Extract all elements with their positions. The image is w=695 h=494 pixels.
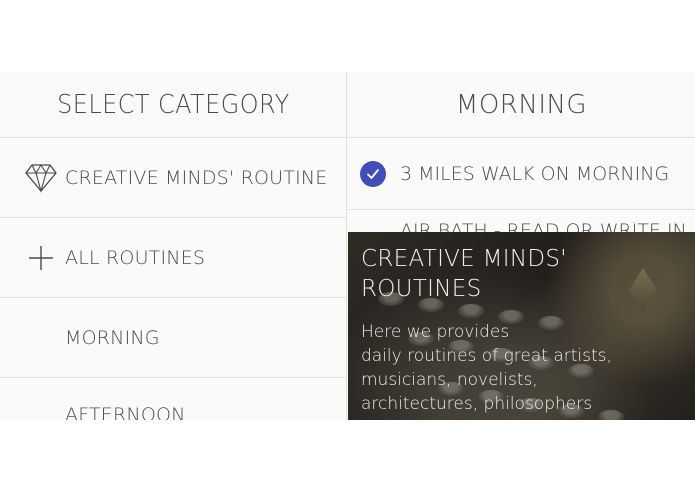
card-title: CREATIVE MINDS' ROUTINES xyxy=(361,244,661,304)
category-item-label: MORNING xyxy=(65,326,160,349)
card-description-line: architectures, philosophers xyxy=(361,394,593,414)
creative-minds-info-card[interactable]: CREATIVE MINDS' ROUTINES Here we provide… xyxy=(348,232,695,420)
category-panel-title: SELECT CATEGORY xyxy=(56,89,290,120)
category-item-label: CREATIVE MINDS' ROUTINE xyxy=(65,166,328,189)
category-item-morning[interactable]: MORNING xyxy=(0,298,346,378)
card-description-line: musicians, novelists, xyxy=(361,370,538,390)
card-title-line: ROUTINES xyxy=(361,276,482,302)
category-item-all-routines[interactable]: ALL ROUTINES xyxy=(0,218,346,298)
card-description: Here we provides daily routines of great… xyxy=(361,320,661,416)
card-description-line: Here we provides xyxy=(361,322,510,342)
category-item-label: ALL ROUTINES xyxy=(65,246,206,269)
category-panel: SELECT CATEGORY CREATIVE MINDS' ROUTINE … xyxy=(0,72,347,420)
routine-item-walk[interactable]: 3 MILES WALK ON MORNING xyxy=(348,138,695,210)
checkmark-icon[interactable] xyxy=(360,160,386,187)
category-item-afternoon[interactable]: AFTERNOON xyxy=(0,378,346,420)
routine-panel-header: MORNING xyxy=(348,72,695,138)
card-title-line: CREATIVE MINDS' xyxy=(361,246,567,272)
category-item-label: AFTERNOON xyxy=(65,404,186,420)
card-description-line: daily routines of great artists, xyxy=(361,346,612,366)
routine-panel-title: MORNING xyxy=(455,89,588,120)
diamond-icon xyxy=(24,161,58,195)
routine-app: SELECT CATEGORY CREATIVE MINDS' ROUTINE … xyxy=(0,72,695,420)
category-panel-header: SELECT CATEGORY xyxy=(0,72,346,138)
routine-item-label: 3 MILES WALK ON MORNING xyxy=(400,162,670,185)
plus-icon xyxy=(24,241,58,275)
category-item-creative-minds[interactable]: CREATIVE MINDS' ROUTINE xyxy=(0,138,346,218)
